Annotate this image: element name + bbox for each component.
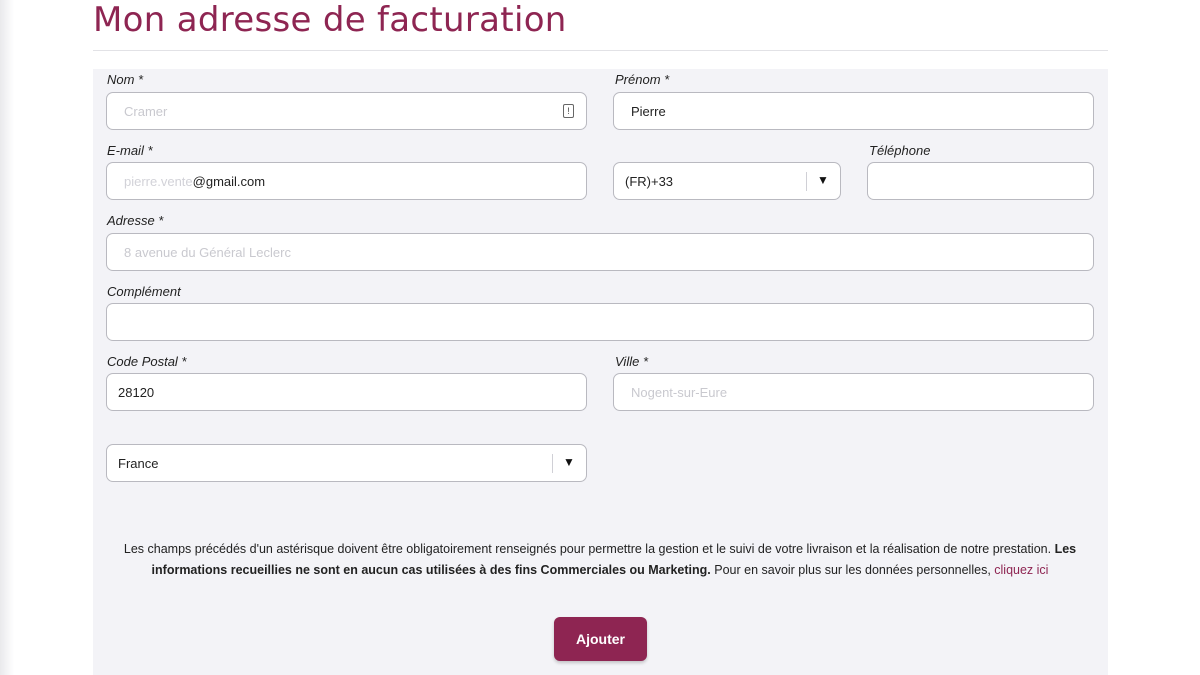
caret-down-icon: ▼ — [563, 455, 575, 469]
code-postal-value: 28120 — [118, 384, 155, 400]
privacy-link[interactable]: cliquez ici — [994, 563, 1048, 577]
nom-input[interactable]: Cramer ! — [106, 92, 587, 130]
telephone-input[interactable] — [867, 162, 1094, 200]
code-postal-input[interactable]: 28120 — [106, 373, 587, 411]
adresse-label: Adresse * — [107, 213, 164, 228]
ville-label: Ville * — [615, 354, 649, 369]
prenom-label: Prénom * — [615, 72, 670, 87]
email-value-blurred: pierre.vente — [124, 173, 193, 189]
title-divider — [93, 50, 1108, 51]
code-postal-label: Code Postal * — [107, 354, 187, 369]
phone-code-divider — [806, 172, 807, 191]
left-edge-shadow — [0, 0, 14, 675]
nom-label: Nom * — [107, 72, 144, 87]
ville-value: Nogent-sur-Eure — [631, 384, 728, 400]
email-value-domain: @gmail.com — [192, 173, 266, 189]
complement-input[interactable] — [106, 303, 1094, 341]
billing-form-panel — [93, 69, 1108, 675]
phone-code-value: (FR)+33 — [625, 173, 674, 189]
page-title: Mon adresse de facturation — [93, 0, 567, 40]
prenom-value: Pierre — [631, 103, 666, 119]
notice-text-start: Les champs précédés d'un astérisque doiv… — [123, 542, 1055, 556]
caret-down-icon: ▼ — [817, 173, 829, 187]
complement-label: Complément — [107, 284, 181, 299]
nom-value: Cramer — [124, 103, 168, 119]
pays-divider — [552, 454, 553, 473]
adresse-value: 8 avenue du Général Leclerc — [124, 244, 291, 260]
pays-value: France — [118, 455, 159, 471]
key-icon[interactable]: ! — [563, 104, 574, 118]
prenom-input[interactable]: Pierre — [613, 92, 1094, 130]
ajouter-button[interactable]: Ajouter — [554, 617, 647, 661]
phone-code-select[interactable]: (FR)+33 ▼ — [613, 162, 841, 200]
notice-text-end: Pour en savoir plus sur les données pers… — [710, 563, 995, 577]
telephone-label: Téléphone — [869, 143, 931, 158]
adresse-input[interactable]: 8 avenue du Général Leclerc — [106, 233, 1094, 271]
ville-input[interactable]: Nogent-sur-Eure — [613, 373, 1094, 411]
email-value: pierre.vente@gmail.com — [107, 174, 265, 189]
pays-select[interactable]: France ▼ — [106, 444, 587, 482]
email-label: E-mail * — [107, 143, 153, 158]
email-input[interactable]: pierre.vente@gmail.com — [106, 162, 587, 200]
privacy-notice: Les champs précédés d'un astérisque doiv… — [110, 539, 1090, 581]
